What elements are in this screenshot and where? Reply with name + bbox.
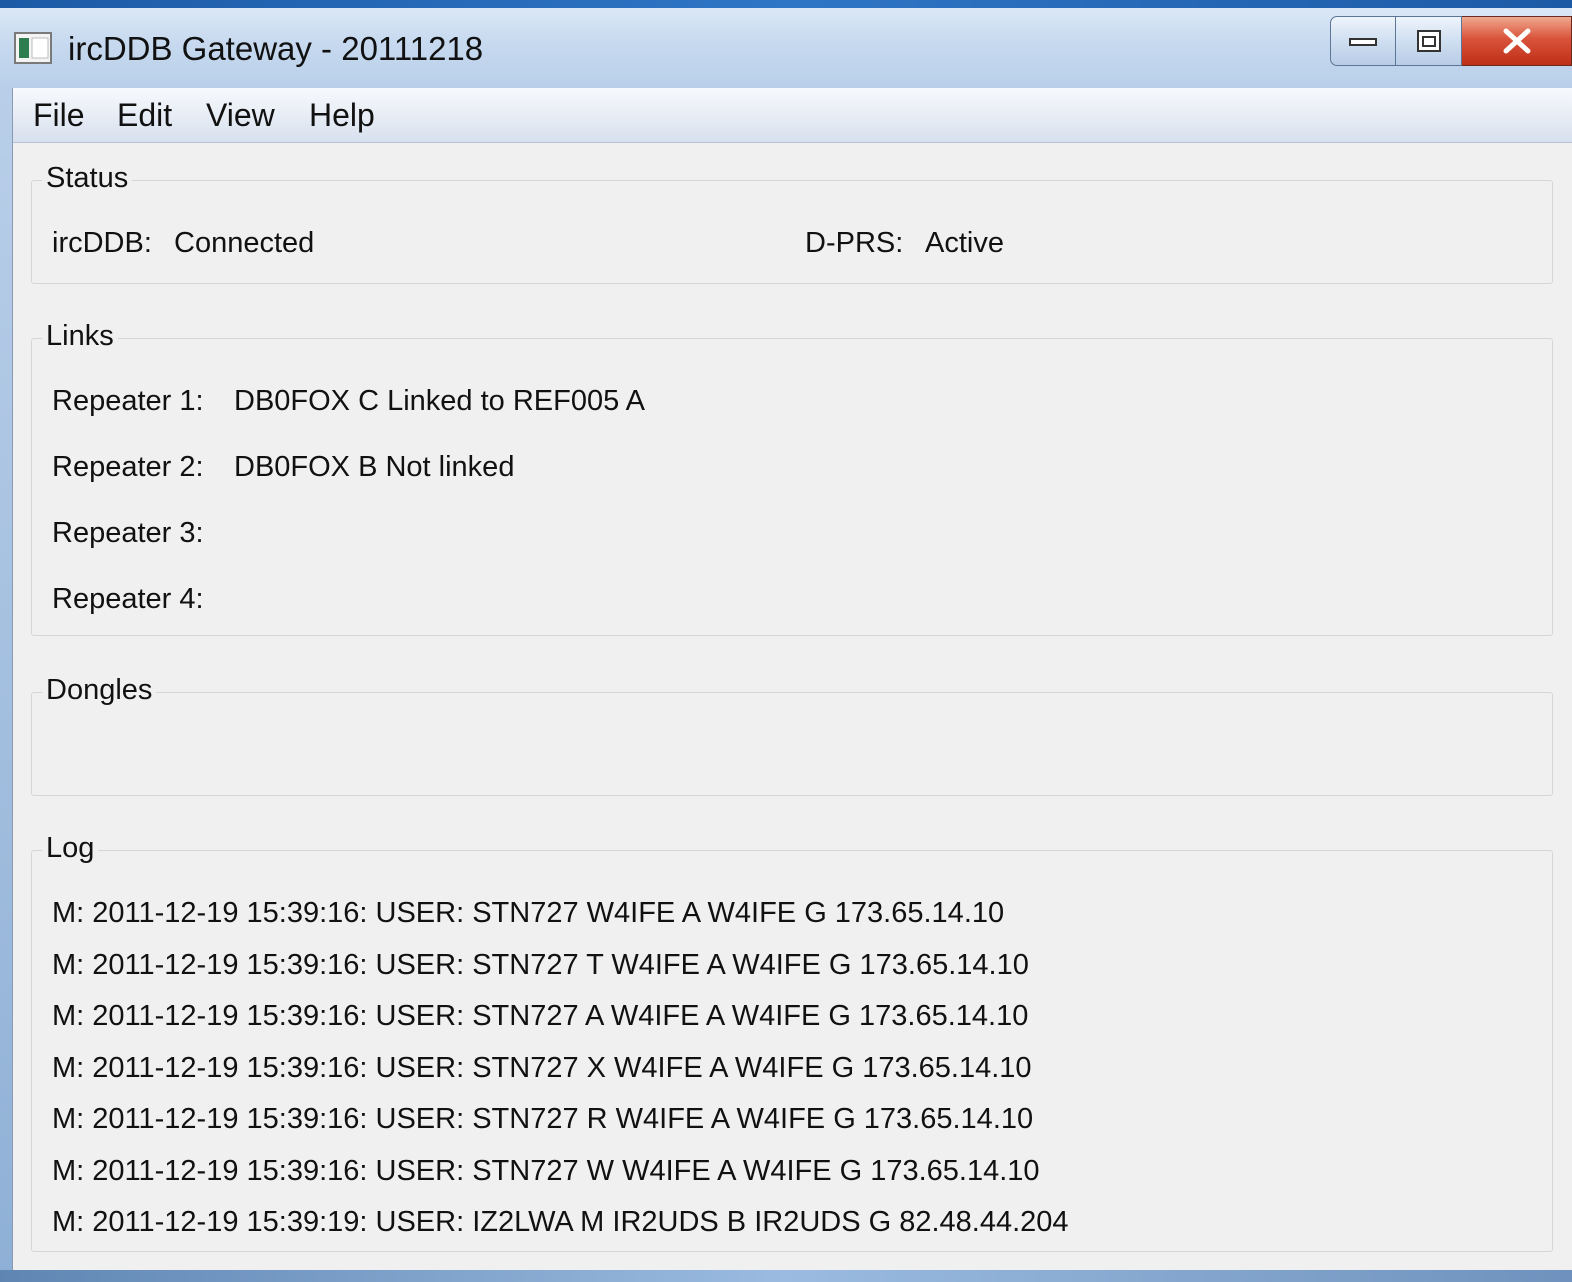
title-bar[interactable]: ircDDB Gateway - 20111218 [0, 8, 1572, 88]
ircddb-label: ircDDB: [52, 227, 152, 259]
app-window: ircDDB Gateway - 20111218 File Edit View… [0, 0, 1572, 1282]
dongles-group: Dongles [31, 673, 1553, 796]
menu-view[interactable]: View [206, 96, 275, 134]
repeater-1-value: DB0FOX C Linked to REF005 A [234, 385, 646, 417]
log-line: M: 2011-12-19 15:39:16: USER: STN727 A W… [52, 1000, 1029, 1032]
app-icon [14, 32, 52, 64]
links-group-title: Links [42, 319, 118, 353]
repeater-1-label: Repeater 1: [52, 385, 204, 417]
dongles-group-title: Dongles [42, 673, 157, 707]
repeater-4-label: Repeater 4: [52, 583, 204, 615]
log-line: M: 2011-12-19 15:39:16: USER: STN727 W4I… [52, 897, 1005, 929]
repeater-2-value: DB0FOX B Not linked [234, 451, 515, 483]
ircddb-status-value: Connected [174, 227, 315, 259]
minimize-button[interactable] [1330, 16, 1396, 66]
window-title: ircDDB Gateway - 20111218 [68, 30, 484, 67]
log-line: M: 2011-12-19 15:39:19: USER: IZ2LWA M I… [52, 1206, 1069, 1238]
log-line: M: 2011-12-19 15:39:16: USER: STN727 W W… [52, 1155, 1040, 1187]
log-line: M: 2011-12-19 15:39:16: USER: STN727 X W… [52, 1052, 1032, 1084]
window-frame-top [0, 0, 1572, 8]
status-group-title: Status [42, 161, 133, 195]
log-line: M: 2011-12-19 15:39:16: USER: STN727 T W… [52, 949, 1029, 981]
repeater-3-label: Repeater 3: [52, 517, 204, 549]
close-button[interactable] [1462, 16, 1572, 66]
menu-bar: File Edit View Help [13, 88, 1572, 143]
status-group: Status ircDDB: Connected D-PRS: Active [31, 161, 1553, 284]
close-icon [1503, 28, 1530, 54]
log-line: M: 2011-12-19 15:39:16: USER: STN727 R W… [52, 1103, 1034, 1135]
menu-file[interactable]: File [33, 96, 85, 134]
log-group-title: Log [42, 831, 99, 865]
links-group: Links Repeater 1: DB0FOX C Linked to REF… [31, 319, 1553, 636]
menu-edit[interactable]: Edit [117, 96, 172, 134]
menu-help[interactable]: Help [309, 96, 375, 134]
window-frame-left [0, 88, 12, 1270]
window-frame-bottom [0, 1270, 1572, 1282]
dprs-label: D-PRS: [805, 227, 904, 259]
minimize-icon [1349, 38, 1377, 46]
dprs-status-value: Active [925, 227, 1004, 259]
maximize-icon [1416, 30, 1441, 52]
maximize-button[interactable] [1396, 16, 1462, 66]
log-group: Log M: 2011-12-19 15:39:16: USER: STN727… [31, 831, 1553, 1252]
repeater-2-label: Repeater 2: [52, 451, 204, 483]
client-area: File Edit View Help Status ircDDB: Conne… [12, 88, 1572, 1270]
